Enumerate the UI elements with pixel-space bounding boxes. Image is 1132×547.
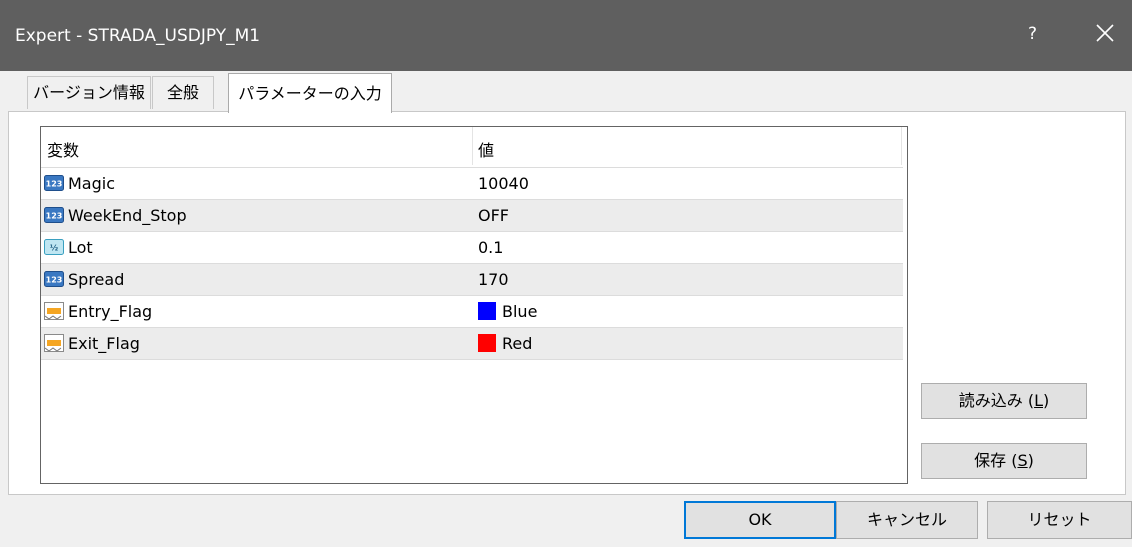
window-title: Expert - STRADA_USDJPY_M1 [15,26,261,46]
ok-button[interactable]: OK [684,501,836,539]
svg-text:½: ½ [50,243,58,253]
color-swatch [478,302,496,320]
tab-label: バージョン情報 [33,83,145,102]
parameter-value[interactable]: 0.1 [478,238,503,257]
color-name: Blue [502,302,538,321]
parameter-value[interactable]: 170 [478,270,509,289]
double-icon: ½ [44,238,64,256]
tab-general[interactable]: 全般 [152,76,214,109]
title-bar: Expert - STRADA_USDJPY_M1 ? [0,0,1132,71]
close-icon[interactable] [1094,22,1116,44]
table-row[interactable]: Exit_Flag Red [41,327,903,360]
parameter-name: WeekEnd_Stop [68,206,187,225]
svg-text:123: 123 [46,276,63,285]
column-header-variable[interactable]: 変数 [47,137,79,161]
table-row[interactable]: Entry_Flag Blue [41,295,903,328]
column-divider[interactable] [472,127,473,165]
color-icon [44,334,64,352]
svg-text:123: 123 [46,180,63,189]
parameter-value[interactable]: Red [478,334,532,353]
button-label: 保存 ( [974,451,1018,470]
access-key: L [1034,391,1043,410]
tab-strip: バージョン情報 全般 パラメーターの入力 [0,71,1132,115]
parameter-name: Lot [68,238,93,257]
tab-label: 全般 [166,83,199,102]
button-label-suffix: ) [1027,451,1034,470]
reset-button[interactable]: リセット [987,501,1132,539]
table-row[interactable]: 123 WeekEnd_Stop OFF [41,199,903,232]
integer-icon: 123 [44,270,64,288]
integer-icon: 123 [44,206,64,224]
parameter-name: Spread [68,270,125,289]
parameter-value[interactable]: OFF [478,206,509,225]
table-row[interactable]: 123 Spread 170 [41,263,903,296]
column-header-value[interactable]: 値 [478,137,494,161]
svg-text:123: 123 [46,212,63,221]
color-name: Red [502,334,533,353]
parameter-name: Exit_Flag [68,334,140,353]
parameter-value[interactable]: 10040 [478,174,529,193]
parameter-name: Magic [68,174,116,193]
row-divider [41,359,903,361]
access-key: S [1017,451,1028,470]
button-label-suffix: ) [1043,391,1050,410]
table-row[interactable]: 123 Magic 10040 [41,167,903,200]
table-row[interactable]: ½ Lot 0.1 [41,231,903,264]
table-header: 変数 値 [41,127,902,165]
help-button[interactable]: ? [1028,24,1037,44]
parameter-name: Entry_Flag [68,302,153,321]
button-label: 読み込み ( [958,391,1035,410]
parameter-table[interactable]: 変数 値 123 Magic 10040 123 WeekEnd_Stop OF… [40,126,908,484]
save-button[interactable]: 保存 (S) [921,443,1087,479]
parameter-value[interactable]: Blue [478,302,537,321]
color-icon [44,302,64,320]
tab-label: パラメーターの入力 [238,84,382,103]
color-swatch [478,334,496,352]
tab-version-info[interactable]: バージョン情報 [27,76,151,109]
cancel-button[interactable]: キャンセル [836,501,978,539]
column-divider [901,127,902,165]
tab-input-parameters[interactable]: パラメーターの入力 [228,73,392,113]
load-button[interactable]: 読み込み (L) [921,383,1087,419]
integer-icon: 123 [44,174,64,192]
